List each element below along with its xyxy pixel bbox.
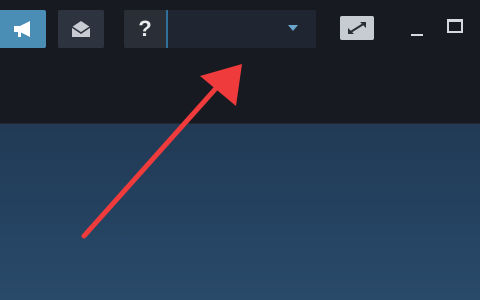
big-picture-button[interactable]: [340, 16, 374, 40]
help-button[interactable]: ?: [124, 10, 166, 48]
question-mark-icon: ?: [138, 16, 152, 41]
main-content-area: [0, 124, 480, 300]
envelope-icon: [71, 21, 91, 37]
title-bar: ?: [0, 0, 480, 58]
minimize-button[interactable]: [406, 14, 428, 38]
megaphone-icon: [12, 21, 34, 37]
fullscreen-arrows-icon: [346, 20, 368, 36]
navigation-bar: [0, 58, 480, 124]
announcements-button[interactable]: [0, 10, 46, 48]
maximize-icon: [447, 19, 463, 33]
account-dropdown[interactable]: [166, 10, 316, 48]
notifications-button[interactable]: [58, 10, 104, 48]
chevron-down-icon: [288, 25, 298, 31]
minimize-icon: [411, 34, 423, 36]
maximize-button[interactable]: [444, 14, 466, 38]
